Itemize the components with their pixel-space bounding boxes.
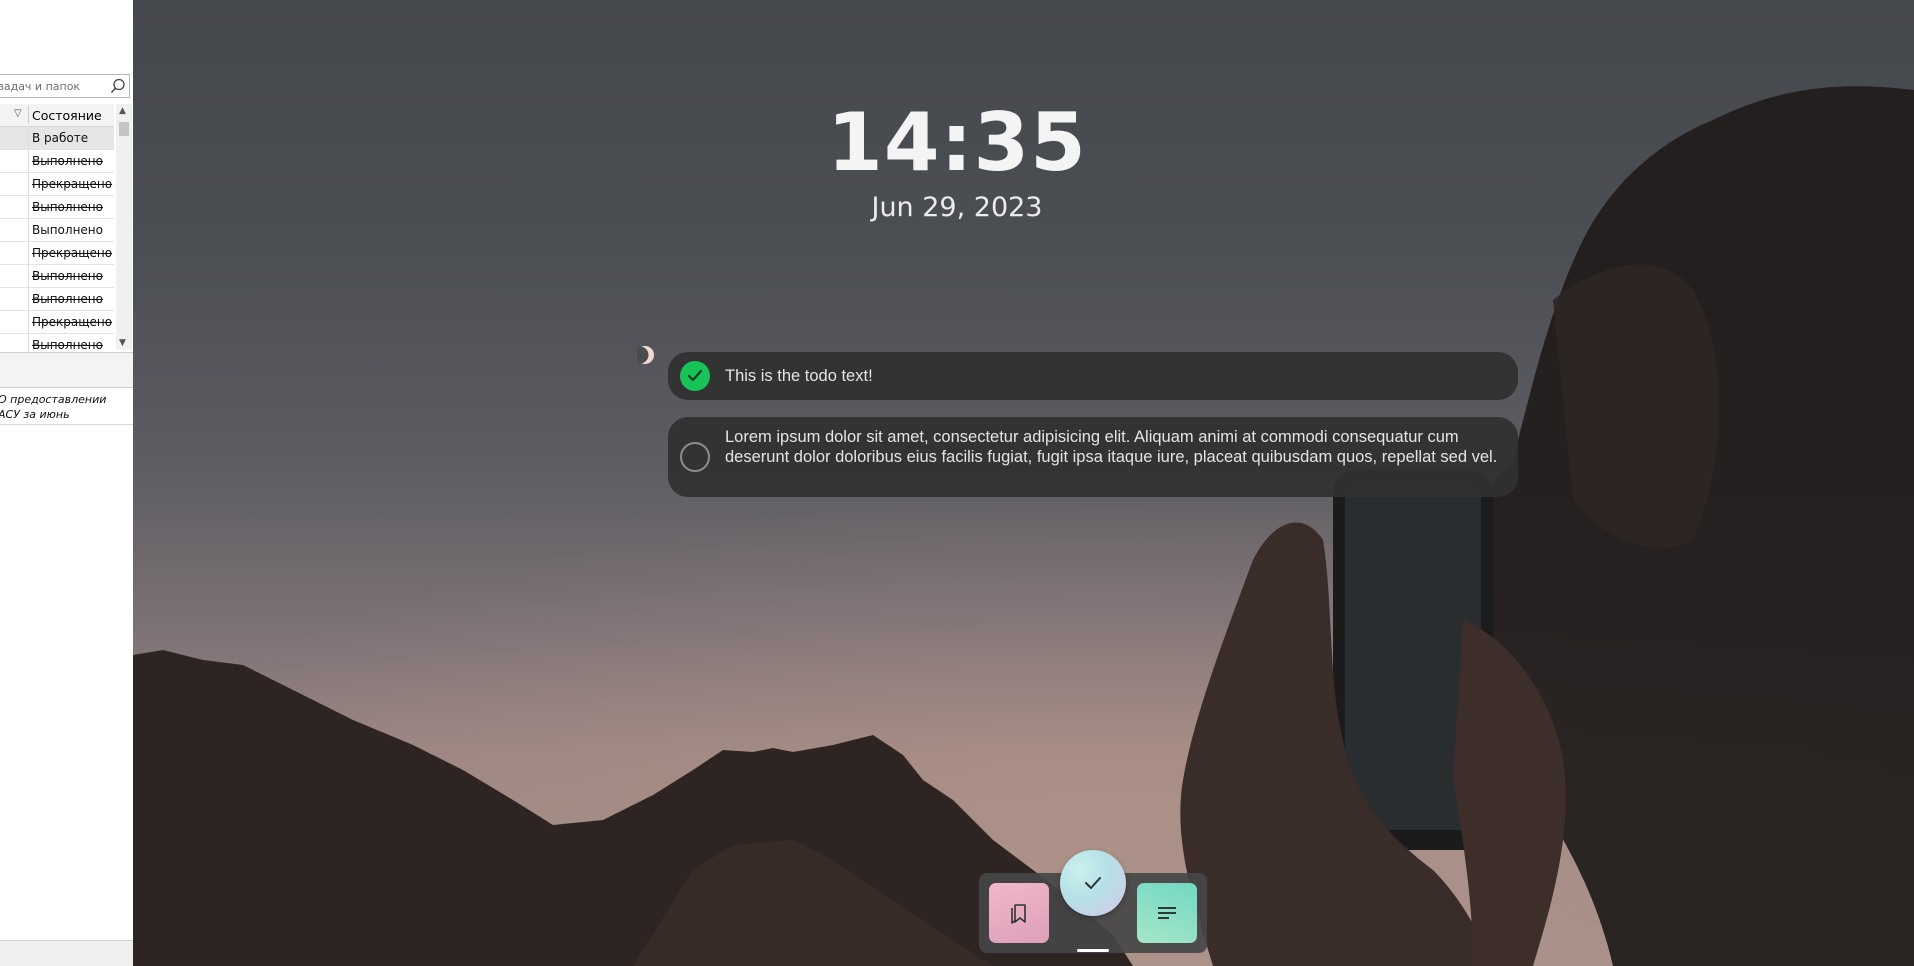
scroll-down-icon[interactable]: ▼ (119, 338, 126, 348)
search-icon[interactable] (109, 77, 127, 95)
todo-checkbox-checked[interactable] (680, 361, 710, 391)
bookmarks-icon (1011, 904, 1026, 924)
task-detail-subject: О предоставлении АСУ за июнь (0, 392, 128, 422)
clock-time: 14:35 (827, 96, 1087, 189)
todo-item[interactable]: Lorem ipsum dolor sit amet, consectetur … (668, 417, 1518, 497)
search-placeholder: задач и папок (0, 80, 81, 93)
detail-line-2: АСУ за июнь (0, 408, 70, 421)
todo-text: Lorem ipsum dolor sit amet, consectetur … (725, 428, 1498, 466)
pane-divider[interactable] (0, 352, 133, 388)
todo-button[interactable] (1060, 850, 1126, 916)
status-cell: Выполнено (32, 292, 103, 306)
notes-icon (1158, 907, 1176, 919)
checkmark-icon (687, 369, 703, 382)
divider (0, 424, 133, 425)
task-search-field[interactable]: задач и папок (0, 74, 130, 98)
bookmarks-button[interactable] (989, 883, 1049, 943)
status-cell: Выполнено (32, 269, 103, 283)
clock-date: Jun 29, 2023 (871, 192, 1043, 223)
status-bar (0, 940, 133, 966)
table-row[interactable]: Прекращено (0, 242, 114, 265)
active-indicator (1077, 949, 1109, 952)
todo-item[interactable]: This is the todo text! (668, 352, 1518, 400)
detail-line-1: О предоставлении (0, 393, 107, 406)
table-row[interactable]: Выполнено (0, 265, 114, 288)
todo-checkbox[interactable] (680, 442, 710, 472)
status-cell: Выполнено (32, 223, 103, 237)
checkmark-icon (1085, 877, 1101, 889)
status-cell: Прекращено (32, 315, 113, 329)
table-row[interactable]: Выполнено (0, 288, 114, 311)
status-cell: Прекращено (32, 246, 113, 260)
status-cell: Выполнено (32, 338, 103, 352)
table-row[interactable]: Прекращено (0, 311, 114, 334)
todo-text: This is the todo text! (725, 367, 873, 385)
notes-button[interactable] (1137, 883, 1197, 943)
moon-icon[interactable] (637, 343, 655, 367)
